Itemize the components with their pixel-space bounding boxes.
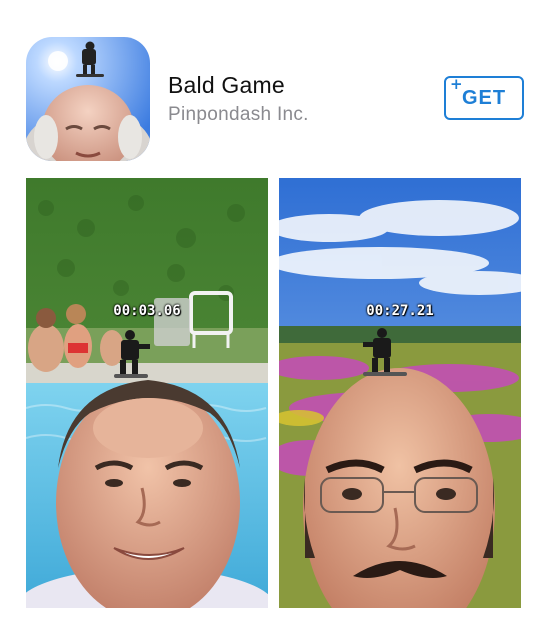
screenshot-2[interactable]: 00:27.21 xyxy=(279,178,521,608)
get-button-label: GET xyxy=(461,87,507,109)
bald-head-snowboarder-icon xyxy=(26,37,150,161)
game-timer: 00:27.21 xyxy=(366,303,434,319)
flower-field-scene-image xyxy=(279,178,521,608)
app-icon[interactable] xyxy=(26,37,150,161)
app-header: Bald Game Pinpondash Inc. + GET xyxy=(0,0,551,170)
game-timer: 00:03.06 xyxy=(113,303,181,319)
app-title: Bald Game xyxy=(168,72,285,98)
app-developer[interactable]: Pinpondash Inc. xyxy=(168,104,309,126)
get-button[interactable]: + GET xyxy=(444,75,524,120)
screenshot-1[interactable]: 00:03.06 xyxy=(26,178,268,608)
pool-scene-image xyxy=(26,178,268,608)
